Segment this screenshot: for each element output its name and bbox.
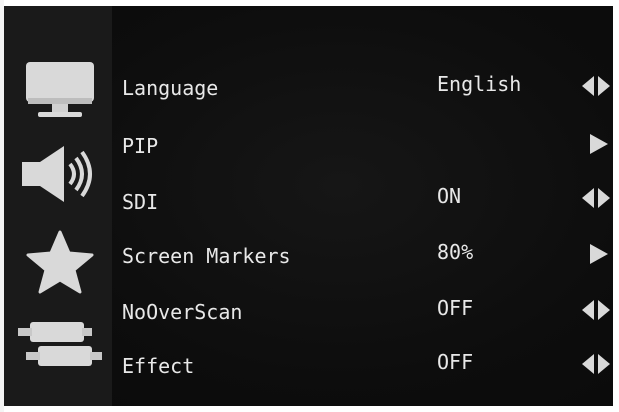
menu-label: Screen Markers bbox=[122, 244, 291, 268]
menu-value: ON bbox=[437, 184, 462, 208]
menu-row-language[interactable]: Language English bbox=[122, 68, 612, 108]
menu-value: English bbox=[437, 72, 522, 96]
menu-label: Effect bbox=[122, 354, 195, 378]
left-right-arrow-icon[interactable] bbox=[580, 352, 612, 376]
right-arrow-icon[interactable] bbox=[580, 242, 612, 266]
bezel-bottom bbox=[0, 406, 619, 412]
menu-row-sdi[interactable]: SDI ON bbox=[122, 180, 612, 220]
star-icon[interactable] bbox=[16, 230, 104, 294]
settings-menu: Language English PIP SDI ON Screen Marke… bbox=[122, 0, 612, 412]
osd-screen: Language English PIP SDI ON Screen Marke… bbox=[0, 0, 619, 412]
menu-value: 80% bbox=[437, 240, 474, 264]
menu-label: Language bbox=[122, 76, 219, 100]
left-right-arrow-icon[interactable] bbox=[580, 186, 612, 210]
menu-value: OFF bbox=[437, 296, 474, 320]
menu-label: PIP bbox=[122, 134, 159, 158]
menu-row-nooverscan[interactable]: NoOverScan OFF bbox=[122, 292, 612, 332]
menu-row-effect[interactable]: Effect OFF bbox=[122, 346, 612, 386]
left-right-arrow-icon[interactable] bbox=[580, 74, 612, 98]
menu-row-pip[interactable]: PIP bbox=[122, 126, 612, 166]
left-right-arrow-icon[interactable] bbox=[580, 298, 612, 322]
sidebar bbox=[4, 6, 112, 406]
menu-row-screen-markers[interactable]: Screen Markers 80% bbox=[122, 236, 612, 276]
bezel-right bbox=[613, 0, 619, 412]
menu-label: SDI bbox=[122, 190, 159, 214]
connector-icon[interactable] bbox=[16, 316, 104, 380]
speaker-icon[interactable] bbox=[16, 142, 104, 206]
bezel-left bbox=[0, 0, 4, 412]
menu-value: OFF bbox=[437, 350, 474, 374]
bezel-top bbox=[0, 0, 619, 6]
menu-label: NoOverScan bbox=[122, 300, 243, 324]
right-arrow-icon[interactable] bbox=[580, 132, 612, 156]
monitor-icon[interactable] bbox=[16, 58, 104, 122]
